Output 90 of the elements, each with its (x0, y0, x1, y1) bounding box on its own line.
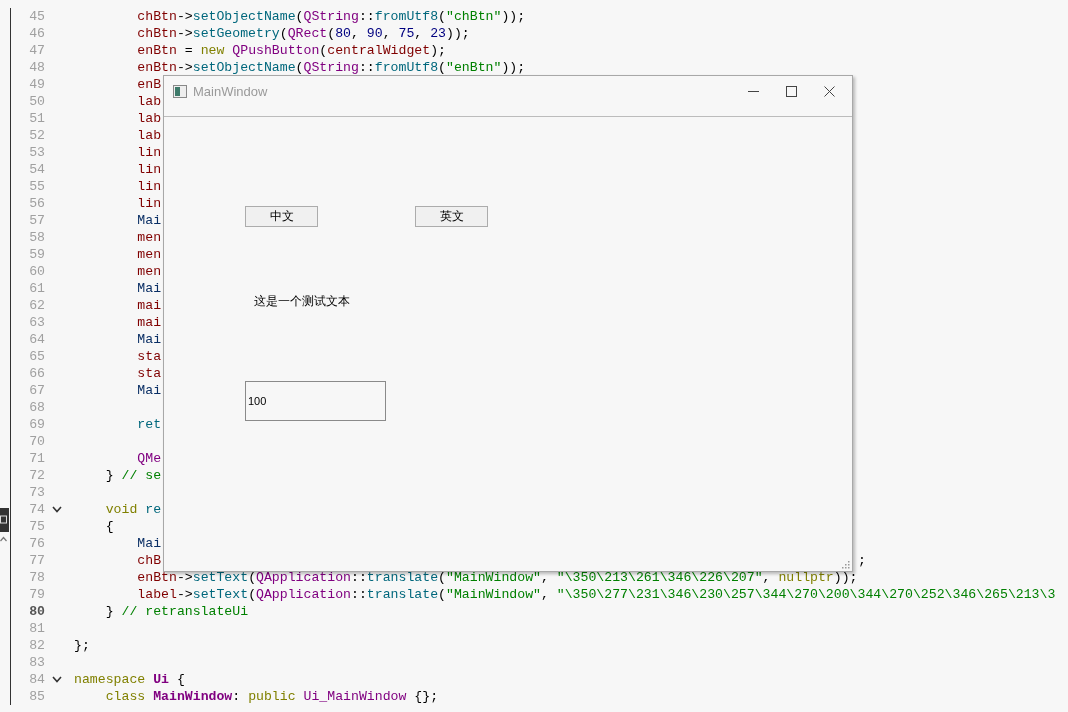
code-line: void re (104, 502, 162, 517)
line-number: 85 (28, 689, 45, 704)
line-number: 81 (28, 621, 45, 636)
line-number: 52 (28, 128, 45, 143)
window-title: MainWindow (193, 83, 268, 99)
code-line: QMe (136, 451, 162, 466)
code-line: men (136, 247, 162, 262)
line-number: 68 (28, 400, 45, 415)
line-number: 51 (28, 111, 45, 126)
code-line: chBtn->setObjectName(QString::fromUtf8("chBtn")); (136, 9, 526, 24)
line-number: 65 (28, 349, 45, 364)
code-line: } // retranslateUi (104, 604, 249, 619)
code-line: }; (74, 638, 90, 653)
code-line: chBtn->setGeometry(QRect(80, 90, 75, 23)); (136, 26, 470, 41)
fold-chevron-icon[interactable] (52, 676, 62, 683)
line-number: 57 (28, 213, 45, 228)
line-number: 83 (28, 655, 45, 670)
code-line: lin (136, 196, 162, 211)
line-number: 79 (28, 587, 45, 602)
line-number: 60 (28, 264, 45, 279)
code-line: sta (136, 366, 162, 381)
code-line: chB (136, 553, 162, 568)
code-line: Mai (136, 332, 162, 347)
push-button[interactable]: 英文 (415, 206, 488, 227)
code-line: Mai (136, 383, 162, 398)
line-number: 61 (28, 281, 45, 296)
line-number: 70 (28, 434, 45, 449)
code-line: namespace Ui { (74, 672, 185, 687)
line-number: 47 (28, 43, 45, 58)
code-line: lin (136, 162, 162, 177)
code-line: Mai (136, 281, 162, 296)
line-number: 62 (28, 298, 45, 313)
code-line: mai (136, 298, 162, 313)
code-line: lin (136, 179, 162, 194)
line-number: 73 (28, 485, 45, 500)
maximize-icon[interactable] (786, 85, 797, 97)
line-number: 71 (28, 451, 45, 466)
line-number: 69 (28, 417, 45, 432)
push-button[interactable]: 中文 (245, 206, 318, 227)
line-number: 80 (28, 604, 45, 619)
line-number: 63 (28, 315, 45, 330)
code-line: ret (136, 417, 162, 432)
code-line: lab (136, 94, 162, 109)
resize-grip-icon[interactable] (842, 561, 850, 569)
line-number: 58 (28, 230, 45, 245)
code-line: Mai (136, 213, 162, 228)
line-number: 75 (28, 519, 45, 534)
line-number: 64 (28, 332, 45, 347)
code-line: enB (136, 77, 162, 92)
fold-chevron-icon[interactable] (52, 506, 62, 513)
line-number: 66 (28, 366, 45, 381)
line-number: 67 (28, 383, 45, 398)
line-number: 82 (28, 638, 45, 653)
app-icon (173, 84, 187, 98)
input-field[interactable]: 100 (245, 381, 386, 421)
code-line: mai (136, 315, 162, 330)
line-number: 72 (28, 468, 45, 483)
line-number: 78 (28, 570, 45, 585)
code-line: lab (136, 128, 162, 143)
code-line: enBtn->setObjectName(QString::fromUtf8("enBtn")); (136, 60, 526, 75)
text-label: 这是一个测试文本 (254, 293, 351, 310)
code-line: Mai (136, 536, 162, 551)
line-number: 53 (28, 145, 45, 160)
line-number: 59 (28, 247, 45, 262)
line-number: 50 (28, 94, 45, 109)
line-number: 84 (28, 672, 45, 687)
line-number: 45 (28, 9, 45, 24)
code-line: men (136, 230, 162, 245)
line-number: 74 (28, 502, 45, 517)
line-number: 48 (28, 60, 45, 75)
code-line: class MainWindow: public Ui_MainWindow {}; (104, 689, 439, 704)
code-line: enBtn->setText(QApplication::translate("MainWindow", "\350\213\261\346\226\207", nullptr)); (136, 570, 858, 585)
code-text: ; (857, 553, 866, 568)
line-number: 76 (28, 536, 45, 551)
chevron-up-icon[interactable] (0, 536, 7, 542)
line-number: 54 (28, 162, 45, 177)
code-line: { (104, 519, 114, 534)
code-line: sta (136, 349, 162, 364)
code-line: lab (136, 111, 162, 126)
line-number: 56 (28, 196, 45, 211)
code-line: } // se (104, 468, 162, 483)
code-line: men (136, 264, 162, 279)
code-line: lin (136, 145, 162, 160)
line-number: 77 (28, 553, 45, 568)
line-number: 46 (28, 26, 45, 41)
line-number: 55 (28, 179, 45, 194)
close-icon[interactable] (824, 85, 835, 97)
code-line: enBtn = new QPushButton(centralWidget); (136, 43, 446, 58)
line-number: 49 (28, 77, 45, 92)
code-line: label->setText(QApplication::translate("MainWindow", "\350\277\231\346\230\257\344\270\200\344\270\252\346\265\213\3 (136, 587, 1056, 602)
